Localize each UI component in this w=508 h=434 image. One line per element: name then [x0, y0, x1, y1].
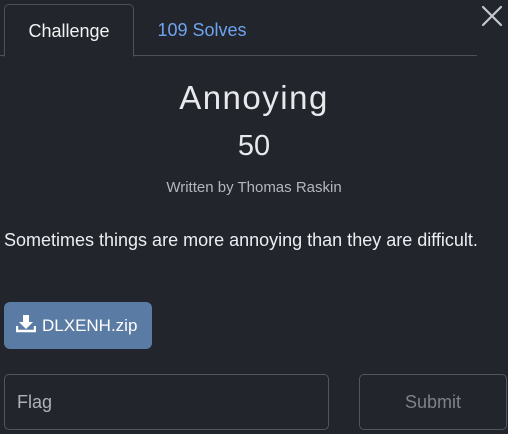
challenge-description: Sometimes things are more annoying than … — [4, 230, 478, 250]
challenge-modal: Challenge 109 Solves Annoying 50 Written… — [0, 0, 508, 434]
challenge-title: Annoying — [179, 79, 329, 116]
download-file-button[interactable]: DLXENH.zip — [4, 302, 152, 349]
submit-button[interactable]: Submit — [359, 374, 507, 430]
close-button[interactable] — [478, 4, 506, 32]
tab-challenge[interactable]: Challenge — [4, 4, 134, 57]
file-name: DLXENH.zip — [42, 315, 138, 335]
tab-solves[interactable]: 109 Solves — [140, 4, 264, 57]
download-icon — [15, 313, 37, 338]
close-icon — [481, 5, 503, 32]
challenge-points: 50 — [237, 130, 271, 162]
tab-bar: Challenge 109 Solves — [0, 0, 477, 57]
challenge-author: Written by Thomas Raskin — [166, 179, 342, 196]
flag-input[interactable] — [4, 374, 329, 430]
